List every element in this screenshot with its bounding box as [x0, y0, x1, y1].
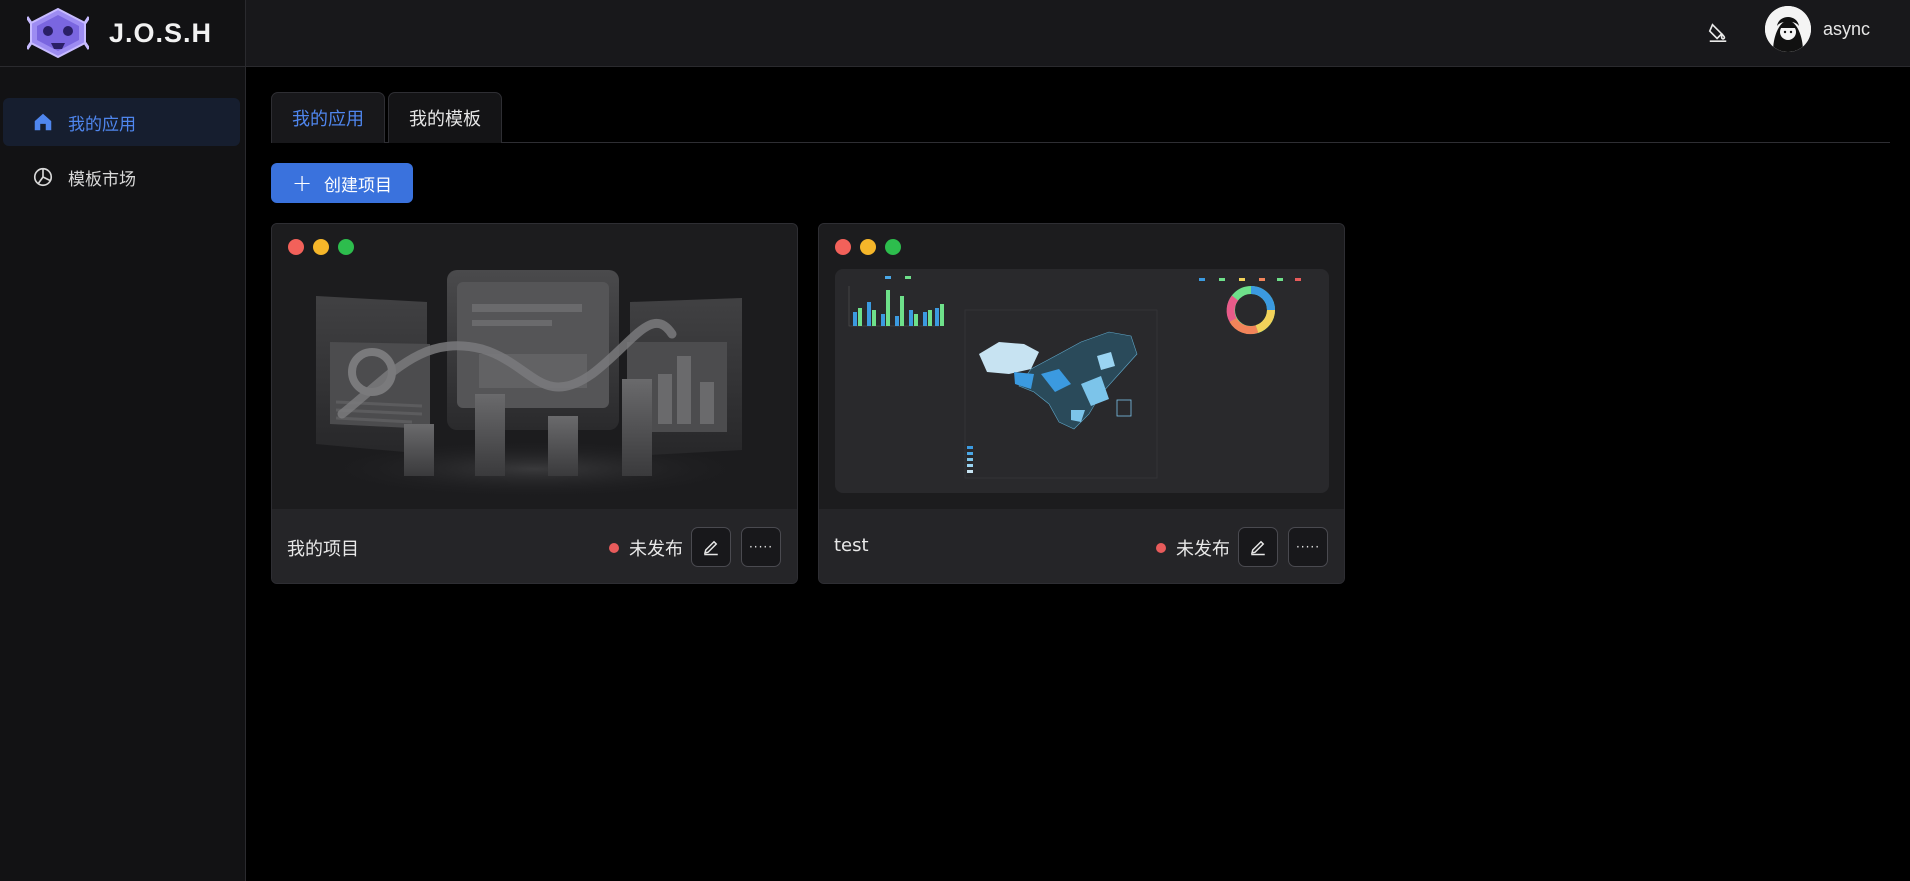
create-project-button[interactable]: + 创建项目	[271, 163, 413, 203]
logo[interactable]: J.O.S.H	[0, 0, 245, 67]
paint-bucket-icon[interactable]	[1701, 15, 1735, 49]
tab-my-templates[interactable]: 我的模板	[388, 92, 502, 143]
edit-button[interactable]	[691, 527, 731, 567]
project-card[interactable]: 我的项目 未发布 ·····	[271, 223, 798, 584]
status-badge: 未发布	[609, 535, 683, 561]
plus-icon: +	[291, 169, 313, 197]
sidebar: J.O.S.H 我的应用 模板市场	[0, 0, 246, 881]
sidebar-nav: 我的应用 模板市场	[0, 67, 245, 201]
username: async	[1823, 18, 1871, 39]
sidebar-item-label: 我的应用	[68, 114, 136, 135]
pie-chart-icon	[32, 166, 54, 188]
status-dot-icon	[1156, 543, 1166, 553]
status-label: 未发布	[1176, 539, 1230, 560]
status-badge: 未发布	[1156, 535, 1230, 561]
project-thumbnail	[819, 224, 1344, 509]
project-title: test	[834, 535, 869, 556]
pencil-icon	[1250, 540, 1265, 556]
more-button[interactable]: ·····	[1288, 527, 1328, 567]
card-footer: 我的项目 未发布 ·····	[272, 509, 797, 583]
logo-icon	[27, 7, 89, 59]
user-menu[interactable]: async	[1765, 6, 1870, 52]
sidebar-item-my-apps[interactable]: 我的应用	[3, 98, 240, 146]
project-card[interactable]: test 未发布 ·····	[818, 223, 1345, 584]
project-thumbnail	[272, 224, 797, 509]
project-title: 我的项目	[287, 539, 359, 560]
status-label: 未发布	[629, 539, 683, 560]
app-name: J.O.S.H	[109, 17, 213, 48]
content-tabs: 我的应用 我的模板	[271, 92, 1890, 143]
create-project-label: 创建项目	[324, 175, 393, 196]
top-header: async	[246, 0, 1910, 67]
edit-button[interactable]	[1238, 527, 1278, 567]
status-dot-icon	[609, 543, 619, 553]
tab-my-apps[interactable]: 我的应用	[271, 92, 385, 143]
card-footer: test 未发布 ·····	[819, 509, 1344, 583]
pencil-icon	[703, 540, 718, 556]
sidebar-item-template-market[interactable]: 模板市场	[3, 153, 240, 201]
home-icon	[32, 111, 54, 133]
sidebar-item-label: 模板市场	[68, 169, 136, 190]
avatar[interactable]	[1765, 6, 1811, 52]
dashboard-illustration	[315, 270, 755, 499]
dashboard-thumbnail	[835, 269, 1329, 493]
more-button[interactable]: ·····	[741, 527, 781, 567]
